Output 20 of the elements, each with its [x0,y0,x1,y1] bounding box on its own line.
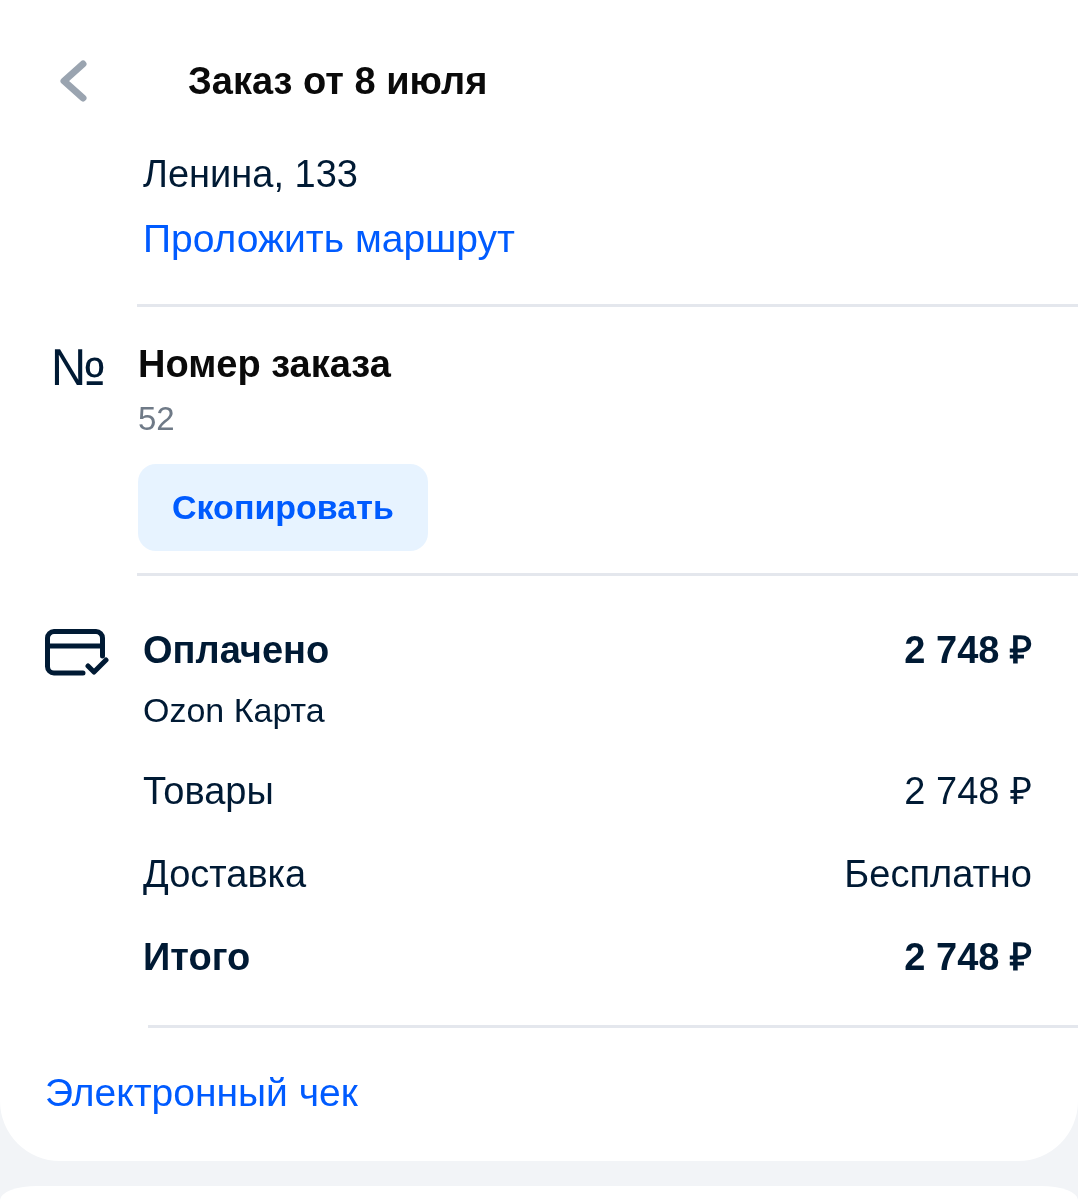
summary-value: 2 748 ₽ [904,769,1032,814]
summary-label: Доставка [143,852,307,897]
back-button[interactable] [58,60,90,102]
address-text: Ленина, 133 [143,152,358,197]
order-number-value: 52 [138,399,175,439]
summary-value: 2 748 ₽ [904,935,1032,980]
payment-method: Ozon Карта [143,690,325,731]
receipt-link[interactable]: Электронный чек [45,1070,358,1116]
chevron-left-icon [58,60,88,102]
page-title: Заказ от 8 июля [188,59,488,104]
summary-value: Бесплатно [844,852,1032,897]
route-link[interactable]: Проложить маршрут [143,216,515,261]
summary-label: Товары [143,769,274,814]
payment-status: Оплачено [143,628,330,673]
number-sign-icon: № [50,341,106,393]
card-check-icon [45,629,109,677]
paid-amount: 2 748 ₽ [904,628,1032,673]
order-number-label: Номер заказа [138,342,391,387]
copy-button[interactable]: Скопировать [138,464,428,551]
summary-label: Итого [143,935,251,980]
